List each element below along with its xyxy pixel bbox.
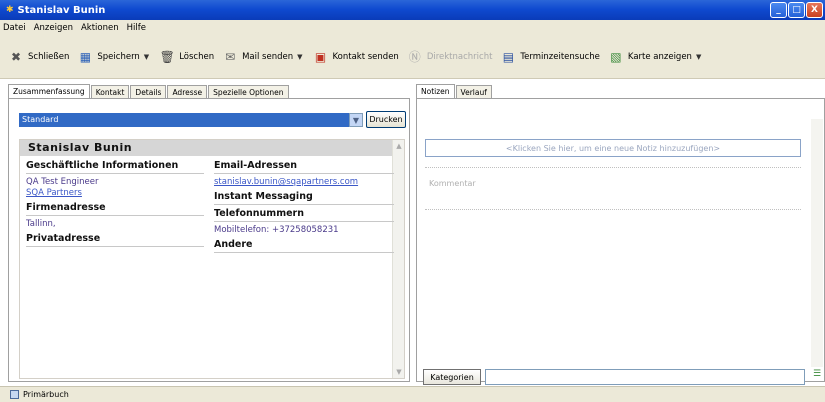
- title-bar: ✱ Stanislav Bunin _ □ X: [0, 0, 825, 20]
- notes-body: <Klicken Sie hier, um eine neue Notiz hi…: [416, 98, 825, 385]
- save-button[interactable]: ▦ Speichern: [77, 49, 140, 65]
- contact-panel: Zusammenfassung Kontakt Details Adresse …: [8, 84, 410, 382]
- maximize-button[interactable]: □: [788, 2, 805, 18]
- divider: [425, 167, 801, 168]
- close-window-button[interactable]: X: [806, 2, 823, 18]
- menu-datei[interactable]: Datei: [3, 23, 26, 33]
- window-controls: _ □ X: [770, 2, 823, 18]
- notes-scrollbar[interactable]: [811, 119, 823, 367]
- summary-body: Standard ▼ Drucken Stanislav Bunin ▲ ▼ G…: [8, 98, 410, 382]
- address-book-icon: [10, 390, 19, 399]
- envelope-icon: ✉: [225, 49, 236, 64]
- contact-card-icon: ▣: [314, 49, 327, 64]
- send-contact-button[interactable]: ▣ Kontakt senden: [313, 49, 399, 65]
- add-note-field[interactable]: <Klicken Sie hier, um eine neue Notiz hi…: [425, 139, 801, 157]
- divider: [425, 209, 801, 210]
- show-map-button[interactable]: ▧ Karte anzeigen: [608, 49, 692, 65]
- tab-address[interactable]: Adresse: [167, 85, 208, 98]
- close-icon: ✖: [10, 49, 22, 64]
- menu-bar: Datei Anzeigen Aktionen Hilfe: [0, 20, 825, 35]
- close-label: Schließen: [28, 51, 70, 62]
- minimize-button[interactable]: _: [770, 2, 787, 18]
- category-list-icon[interactable]: ☰: [811, 367, 823, 381]
- mobile-label: Mobiltelefon:: [214, 225, 270, 235]
- company-link[interactable]: SQA Partners: [26, 188, 204, 199]
- phones-heading: Telefonnummern: [214, 208, 394, 222]
- categories-input[interactable]: [485, 369, 805, 385]
- menu-aktionen[interactable]: Aktionen: [81, 23, 119, 33]
- find-dates-button[interactable]: ▤ Terminzeitensuche: [500, 49, 600, 65]
- delete-button[interactable]: 🗑 Löschen: [159, 49, 215, 65]
- tab-special-options[interactable]: Spezielle Optionen: [208, 85, 289, 98]
- right-column: Email-Adressen stanislav.bunin@sqapartne…: [214, 160, 394, 256]
- email-link[interactable]: stanislav.bunin@sqapartners.com: [214, 177, 394, 188]
- map-icon: ▧: [610, 49, 622, 64]
- status-bar: Primärbuch: [0, 386, 825, 402]
- tab-contact[interactable]: Kontakt: [90, 85, 130, 98]
- calendar-icon: ▤: [502, 49, 515, 64]
- left-column: Geschäftliche Informationen QA Test Engi…: [26, 160, 204, 250]
- app-icon: ✱: [6, 5, 14, 15]
- tab-summary[interactable]: Zusammenfassung: [8, 84, 90, 98]
- other-heading: Andere: [214, 239, 394, 253]
- save-dropdown-icon[interactable]: ▼: [144, 53, 149, 61]
- contact-name: Stanislav Bunin: [20, 140, 404, 156]
- save-icon: ▦: [79, 49, 92, 64]
- direct-message-label: Direktnachricht: [426, 51, 493, 62]
- print-button[interactable]: Drucken: [366, 111, 406, 128]
- map-dropdown-icon[interactable]: ▼: [696, 53, 701, 61]
- view-select[interactable]: Standard: [19, 113, 359, 127]
- toolbar: ✖ Schließen ▦ Speichern ▼ 🗑 Löschen ✉ Ma…: [0, 35, 825, 79]
- show-map-label: Karte anzeigen: [627, 51, 692, 62]
- mobile-phone: Mobiltelefon: +37258058231: [214, 225, 394, 236]
- delete-label: Löschen: [179, 51, 215, 62]
- notes-panel: Notizen Verlauf <Klicken Sie hier, um ei…: [416, 84, 825, 385]
- business-heading: Geschäftliche Informationen: [26, 160, 204, 174]
- menu-hilfe[interactable]: Hilfe: [127, 23, 146, 33]
- trash-icon: 🗑: [159, 49, 175, 64]
- mail-dropdown-icon[interactable]: ▼: [297, 53, 302, 61]
- categories-button[interactable]: Kategorien: [423, 369, 481, 385]
- mail-button[interactable]: ✉ Mail senden: [222, 49, 293, 65]
- window-title: Stanislav Bunin: [17, 4, 106, 16]
- menu-anzeigen[interactable]: Anzeigen: [34, 23, 73, 33]
- company-city: Tallinn,: [26, 219, 56, 229]
- send-contact-label: Kontakt senden: [332, 51, 399, 62]
- job-title: QA Test Engineer: [26, 177, 99, 187]
- tab-history[interactable]: Verlauf: [455, 85, 492, 98]
- im-icon: Ⓝ: [408, 50, 421, 64]
- mobile-number: +37258058231: [271, 225, 339, 235]
- scroll-up-icon[interactable]: ▲: [393, 140, 405, 152]
- comment-label: Kommentar: [429, 179, 476, 188]
- address-book-label: Primärbuch: [23, 390, 69, 399]
- direct-message-button[interactable]: Ⓝ Direktnachricht: [407, 49, 493, 65]
- contact-tabs: Zusammenfassung Kontakt Details Adresse …: [8, 84, 410, 98]
- find-dates-label: Terminzeitensuche: [520, 51, 600, 62]
- save-label: Speichern: [97, 51, 140, 62]
- chevron-down-icon[interactable]: ▼: [349, 113, 363, 127]
- mail-label: Mail senden: [242, 51, 294, 62]
- private-address-heading: Privatadresse: [26, 233, 204, 247]
- tab-details[interactable]: Details: [130, 85, 167, 98]
- im-heading: Instant Messaging: [214, 191, 394, 205]
- email-heading: Email-Adressen: [214, 160, 394, 174]
- company-address-heading: Firmenadresse: [26, 202, 204, 216]
- scroll-down-icon[interactable]: ▼: [393, 366, 405, 378]
- contact-card: Stanislav Bunin ▲ ▼ Geschäftliche Inform…: [19, 139, 405, 379]
- close-button[interactable]: ✖ Schließen: [8, 49, 69, 65]
- tab-notes[interactable]: Notizen: [416, 84, 455, 98]
- notes-tabs: Notizen Verlauf: [416, 84, 825, 98]
